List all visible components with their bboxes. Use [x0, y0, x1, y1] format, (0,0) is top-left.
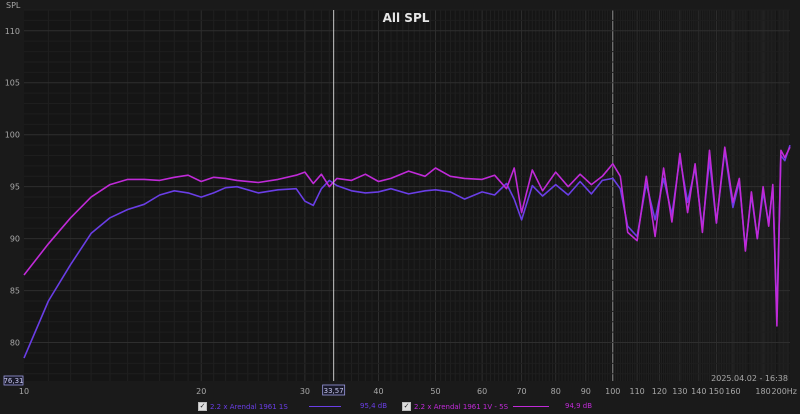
x-tick-label: 70 [516, 387, 526, 396]
y-tick-label: 105 [5, 79, 20, 88]
legend-series-2-value: 94,9 dB [565, 402, 593, 410]
chart-title: All SPL [383, 11, 430, 25]
x-tick-label: 90 [581, 387, 591, 396]
legend-bar: ✓ 2.2 x Arendal 1961 1S 95,4 dB ✓ 2.2 x … [0, 399, 800, 414]
x-tick-label: 100 [605, 387, 620, 396]
x-tick-label: 160 [725, 387, 740, 396]
checkbox-icon[interactable]: ✓ [402, 402, 411, 411]
legend-series-1-name: 2.2 x Arendal 1961 1S [210, 402, 288, 411]
y-tick-label: 110 [5, 27, 20, 36]
x-tick-label: 150 [709, 387, 724, 396]
x-tick-label: 50 [430, 387, 440, 396]
y-axis-label: SPL [6, 1, 21, 10]
legend-series-1-value: 95,4 dB [360, 402, 388, 410]
x-tick-label: 80 [551, 387, 561, 396]
y-tick-label: 90 [10, 235, 20, 244]
x-tick-label: 20 [196, 387, 206, 396]
legend-series-2-name: 2.2 x Arendal 1961 1V - 5S [414, 402, 509, 411]
x-tick-label: 60 [477, 387, 487, 396]
y-tick-label: 80 [10, 339, 20, 348]
y-tick-label: 85 [10, 287, 20, 296]
x-tick-label: 130 [672, 387, 687, 396]
x-tick-label: 180 [755, 387, 770, 396]
timestamp: 2025.04.02 - 16:38 [711, 374, 788, 383]
x-cursor-value: 33,57 [324, 387, 344, 395]
legend-series-1-swatch [309, 406, 341, 407]
spl-plot-window: 80 85 90 95 100 105 110 10 20 30 40 50 60 70 80 90 100 1… [0, 0, 800, 414]
x-tick-label: 140 [691, 387, 706, 396]
x-tick-label: 120 [652, 387, 667, 396]
legend-series-2-swatch [513, 406, 549, 407]
x-tick-label: 30 [300, 387, 310, 396]
y-tick-label: 95 [10, 183, 20, 192]
spl-chart: 80 85 90 95 100 105 110 10 20 30 40 50 60 70 80 90 100 1… [3, 1, 797, 396]
x-tick-label: 110 [629, 387, 644, 396]
legend-item-series-1[interactable]: ✓ 2.2 x Arendal 1961 1S [198, 402, 288, 411]
y-cursor-value: 76,31 [3, 377, 23, 385]
x-tick-label: 10 [19, 387, 29, 396]
x-tick-label: 200Hz [772, 387, 797, 396]
x-tick-label: 40 [373, 387, 383, 396]
y-tick-label: 100 [5, 131, 20, 140]
legend-item-series-2[interactable]: ✓ 2.2 x Arendal 1961 1V - 5S [402, 402, 508, 411]
checkbox-icon[interactable]: ✓ [198, 402, 207, 411]
